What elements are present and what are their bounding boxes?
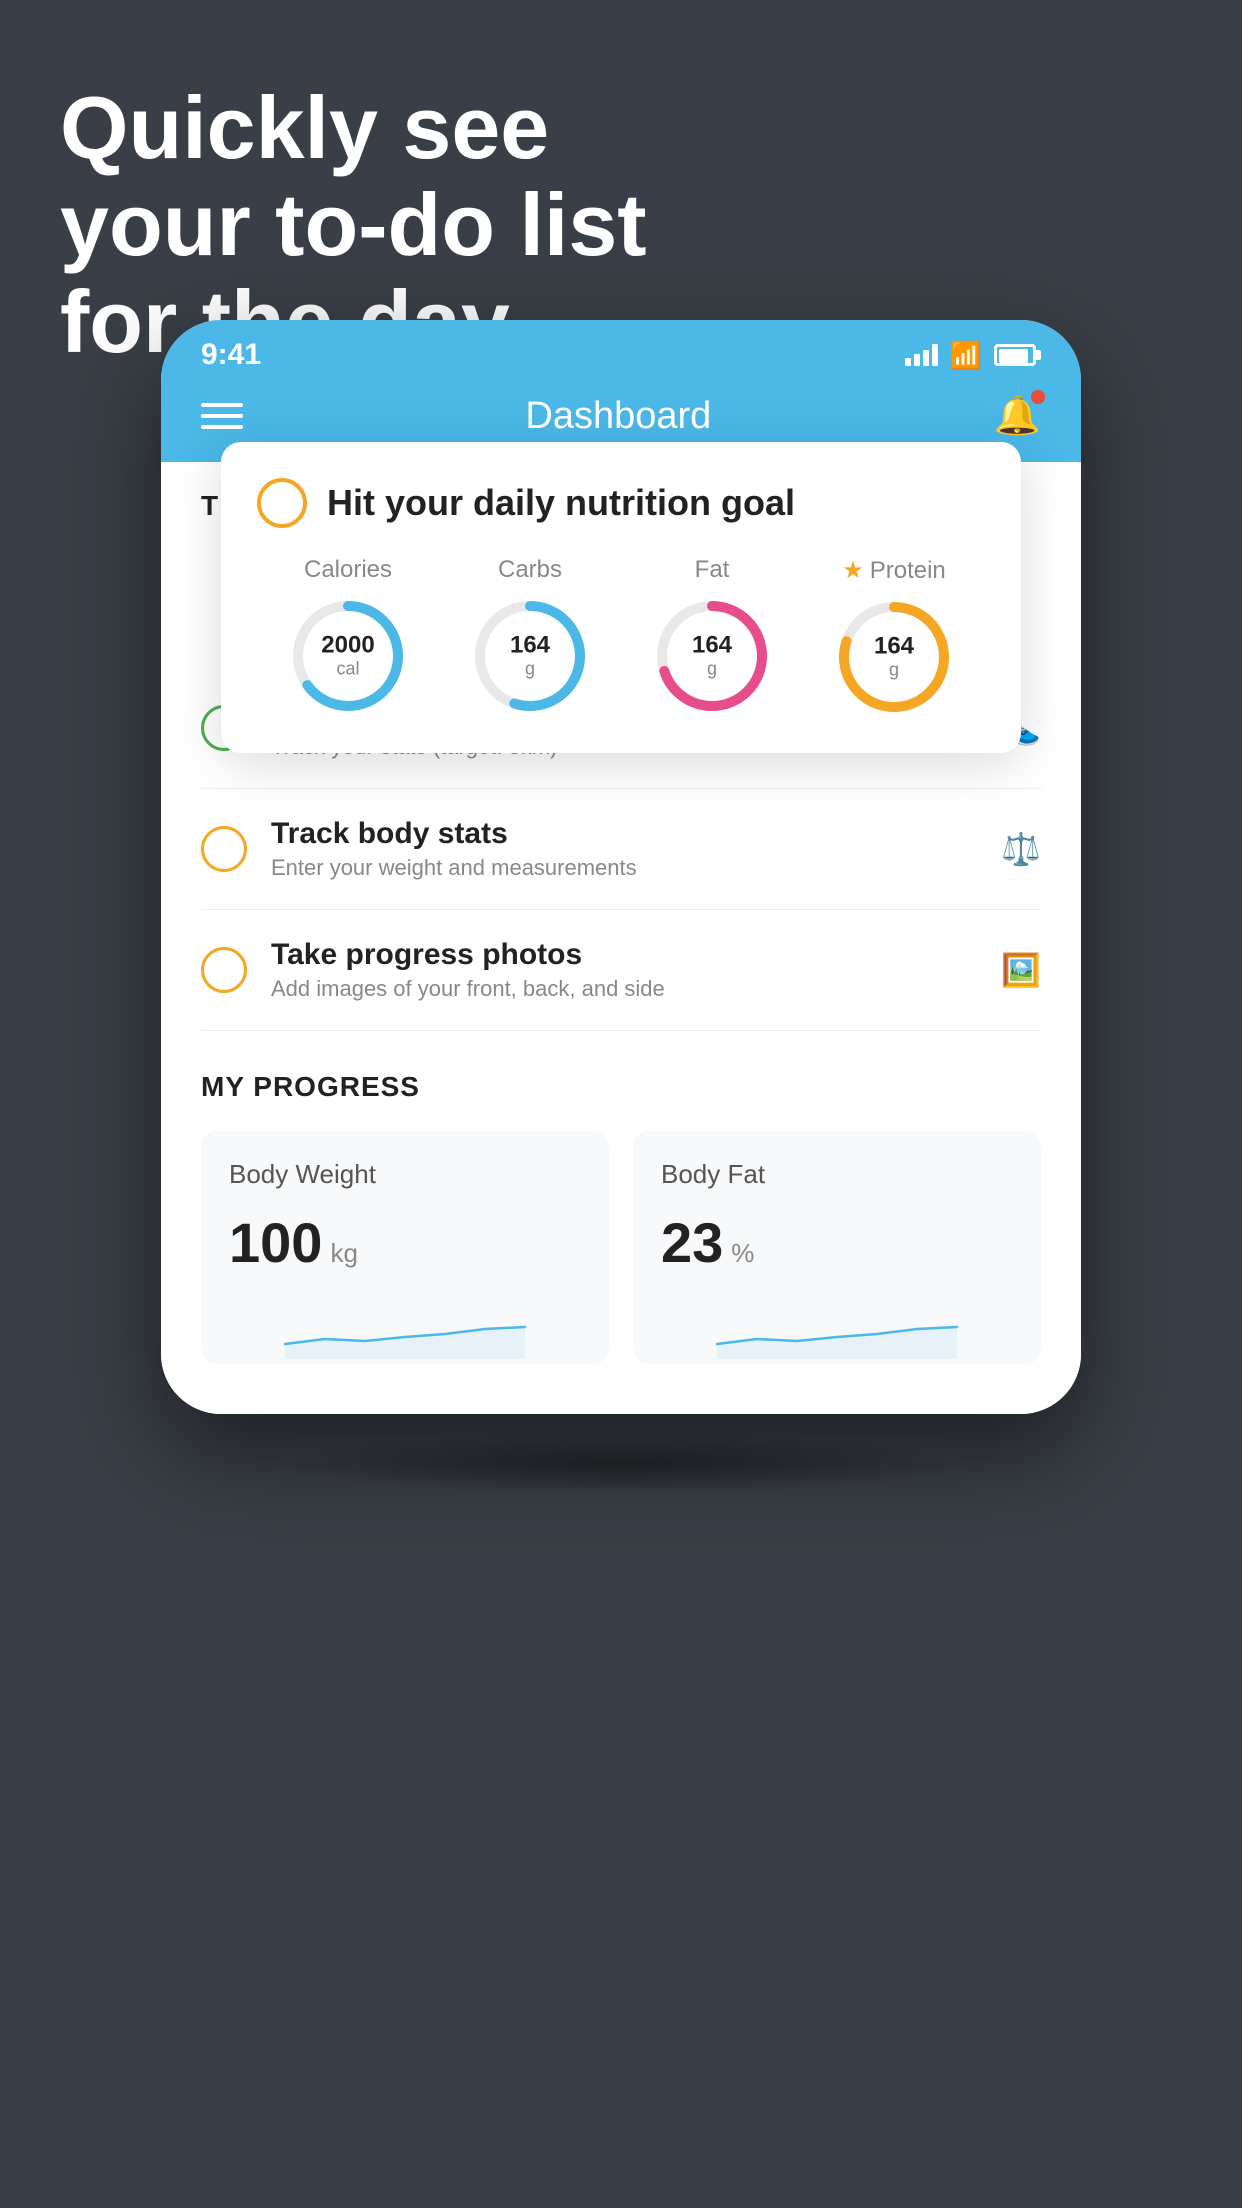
todo-title: Track body stats bbox=[271, 817, 977, 851]
status-icons: 📶 bbox=[905, 340, 1041, 371]
nutrition-card-title: Hit your daily nutrition goal bbox=[327, 482, 795, 524]
stat-label-calories: Calories bbox=[304, 556, 392, 584]
progress-value: 23 bbox=[661, 1210, 723, 1275]
progress-header: MY PROGRESS bbox=[201, 1071, 1041, 1103]
notification-dot bbox=[1031, 390, 1045, 404]
progress-cards: Body Weight 100 kg Body Fat 23 % bbox=[201, 1131, 1041, 1364]
progress-card-body-fat[interactable]: Body Fat 23 % bbox=[633, 1131, 1041, 1364]
stat-label-fat: Fat bbox=[695, 556, 730, 584]
todo-item[interactable]: Take progress photos Add images of your … bbox=[201, 910, 1041, 1031]
phone-screen: 9:41 📶 bbox=[161, 320, 1081, 1414]
todo-text: Track body stats Enter your weight and m… bbox=[271, 817, 977, 881]
battery-icon bbox=[994, 344, 1041, 366]
todo-subtitle: Add images of your front, back, and side bbox=[271, 976, 977, 1002]
notification-bell-icon[interactable]: 🔔 bbox=[994, 394, 1041, 438]
stat-unit: cal bbox=[336, 659, 359, 679]
donut-chart-fat: 164 g bbox=[652, 596, 772, 716]
stat-value: 164 bbox=[692, 632, 732, 658]
status-bar: 9:41 📶 bbox=[161, 320, 1081, 382]
progress-card-title: Body Fat bbox=[661, 1159, 1013, 1190]
hero-line1: Quickly see bbox=[60, 80, 647, 177]
progress-value-row: 100 kg bbox=[229, 1210, 581, 1275]
nutrition-circle-checkbox[interactable] bbox=[257, 478, 307, 528]
nav-title: Dashboard bbox=[525, 395, 711, 438]
progress-value-row: 23 % bbox=[661, 1210, 1013, 1275]
app-content: THINGS TO DO TODAY Hit your daily nutrit… bbox=[161, 462, 1081, 1414]
status-time: 9:41 bbox=[201, 338, 261, 372]
wifi-icon: 📶 bbox=[950, 340, 982, 371]
progress-unit: % bbox=[731, 1238, 754, 1269]
stat-label-protein: ★Protein bbox=[842, 556, 946, 585]
todo-subtitle: Enter your weight and measurements bbox=[271, 855, 977, 881]
menu-icon[interactable] bbox=[201, 403, 243, 429]
progress-section: MY PROGRESS Body Weight 100 kg Body Fat … bbox=[161, 1031, 1081, 1364]
todo-item[interactable]: Track body stats Enter your weight and m… bbox=[201, 789, 1041, 910]
mini-chart bbox=[661, 1299, 1013, 1359]
nutrition-stat-carbs: Carbs 164 g bbox=[470, 556, 590, 716]
stat-unit: g bbox=[889, 660, 899, 680]
progress-card-title: Body Weight bbox=[229, 1159, 581, 1190]
stat-unit: g bbox=[525, 659, 535, 679]
stat-value: 164 bbox=[510, 632, 550, 658]
mini-chart bbox=[229, 1299, 581, 1359]
card-title-row: Hit your daily nutrition goal bbox=[257, 478, 985, 528]
signal-icon bbox=[905, 344, 938, 366]
progress-value: 100 bbox=[229, 1210, 322, 1275]
phone-mockup: 9:41 📶 bbox=[161, 320, 1081, 1414]
stat-value: 2000 bbox=[321, 632, 374, 658]
todo-circle[interactable] bbox=[201, 826, 247, 872]
nutrition-stat-calories: Calories 2000 cal bbox=[288, 556, 408, 716]
nutrition-stat-fat: Fat 164 g bbox=[652, 556, 772, 716]
todo-title: Take progress photos bbox=[271, 938, 977, 972]
nutrition-stat-protein: ★Protein 164 g bbox=[834, 556, 954, 717]
nutrition-stats: Calories 2000 cal Carbs 164 g Fat 164 g … bbox=[257, 556, 985, 717]
progress-unit: kg bbox=[330, 1238, 357, 1269]
stat-value: 164 bbox=[874, 633, 914, 659]
todo-circle[interactable] bbox=[201, 947, 247, 993]
donut-chart-protein: 164 g bbox=[834, 597, 954, 717]
todo-text: Take progress photos Add images of your … bbox=[271, 938, 977, 1002]
todo-action-icon: ⚖️ bbox=[1001, 830, 1041, 868]
star-icon: ★ bbox=[842, 556, 864, 585]
nutrition-card: Hit your daily nutrition goal Calories 2… bbox=[221, 442, 1021, 753]
donut-chart-calories: 2000 cal bbox=[288, 596, 408, 716]
todo-action-icon: 🖼️ bbox=[1001, 951, 1041, 989]
stat-label-carbs: Carbs bbox=[498, 556, 562, 584]
donut-chart-carbs: 164 g bbox=[470, 596, 590, 716]
hero-line2: your to-do list bbox=[60, 177, 647, 274]
progress-card-body-weight[interactable]: Body Weight 100 kg bbox=[201, 1131, 609, 1364]
stat-unit: g bbox=[707, 659, 717, 679]
